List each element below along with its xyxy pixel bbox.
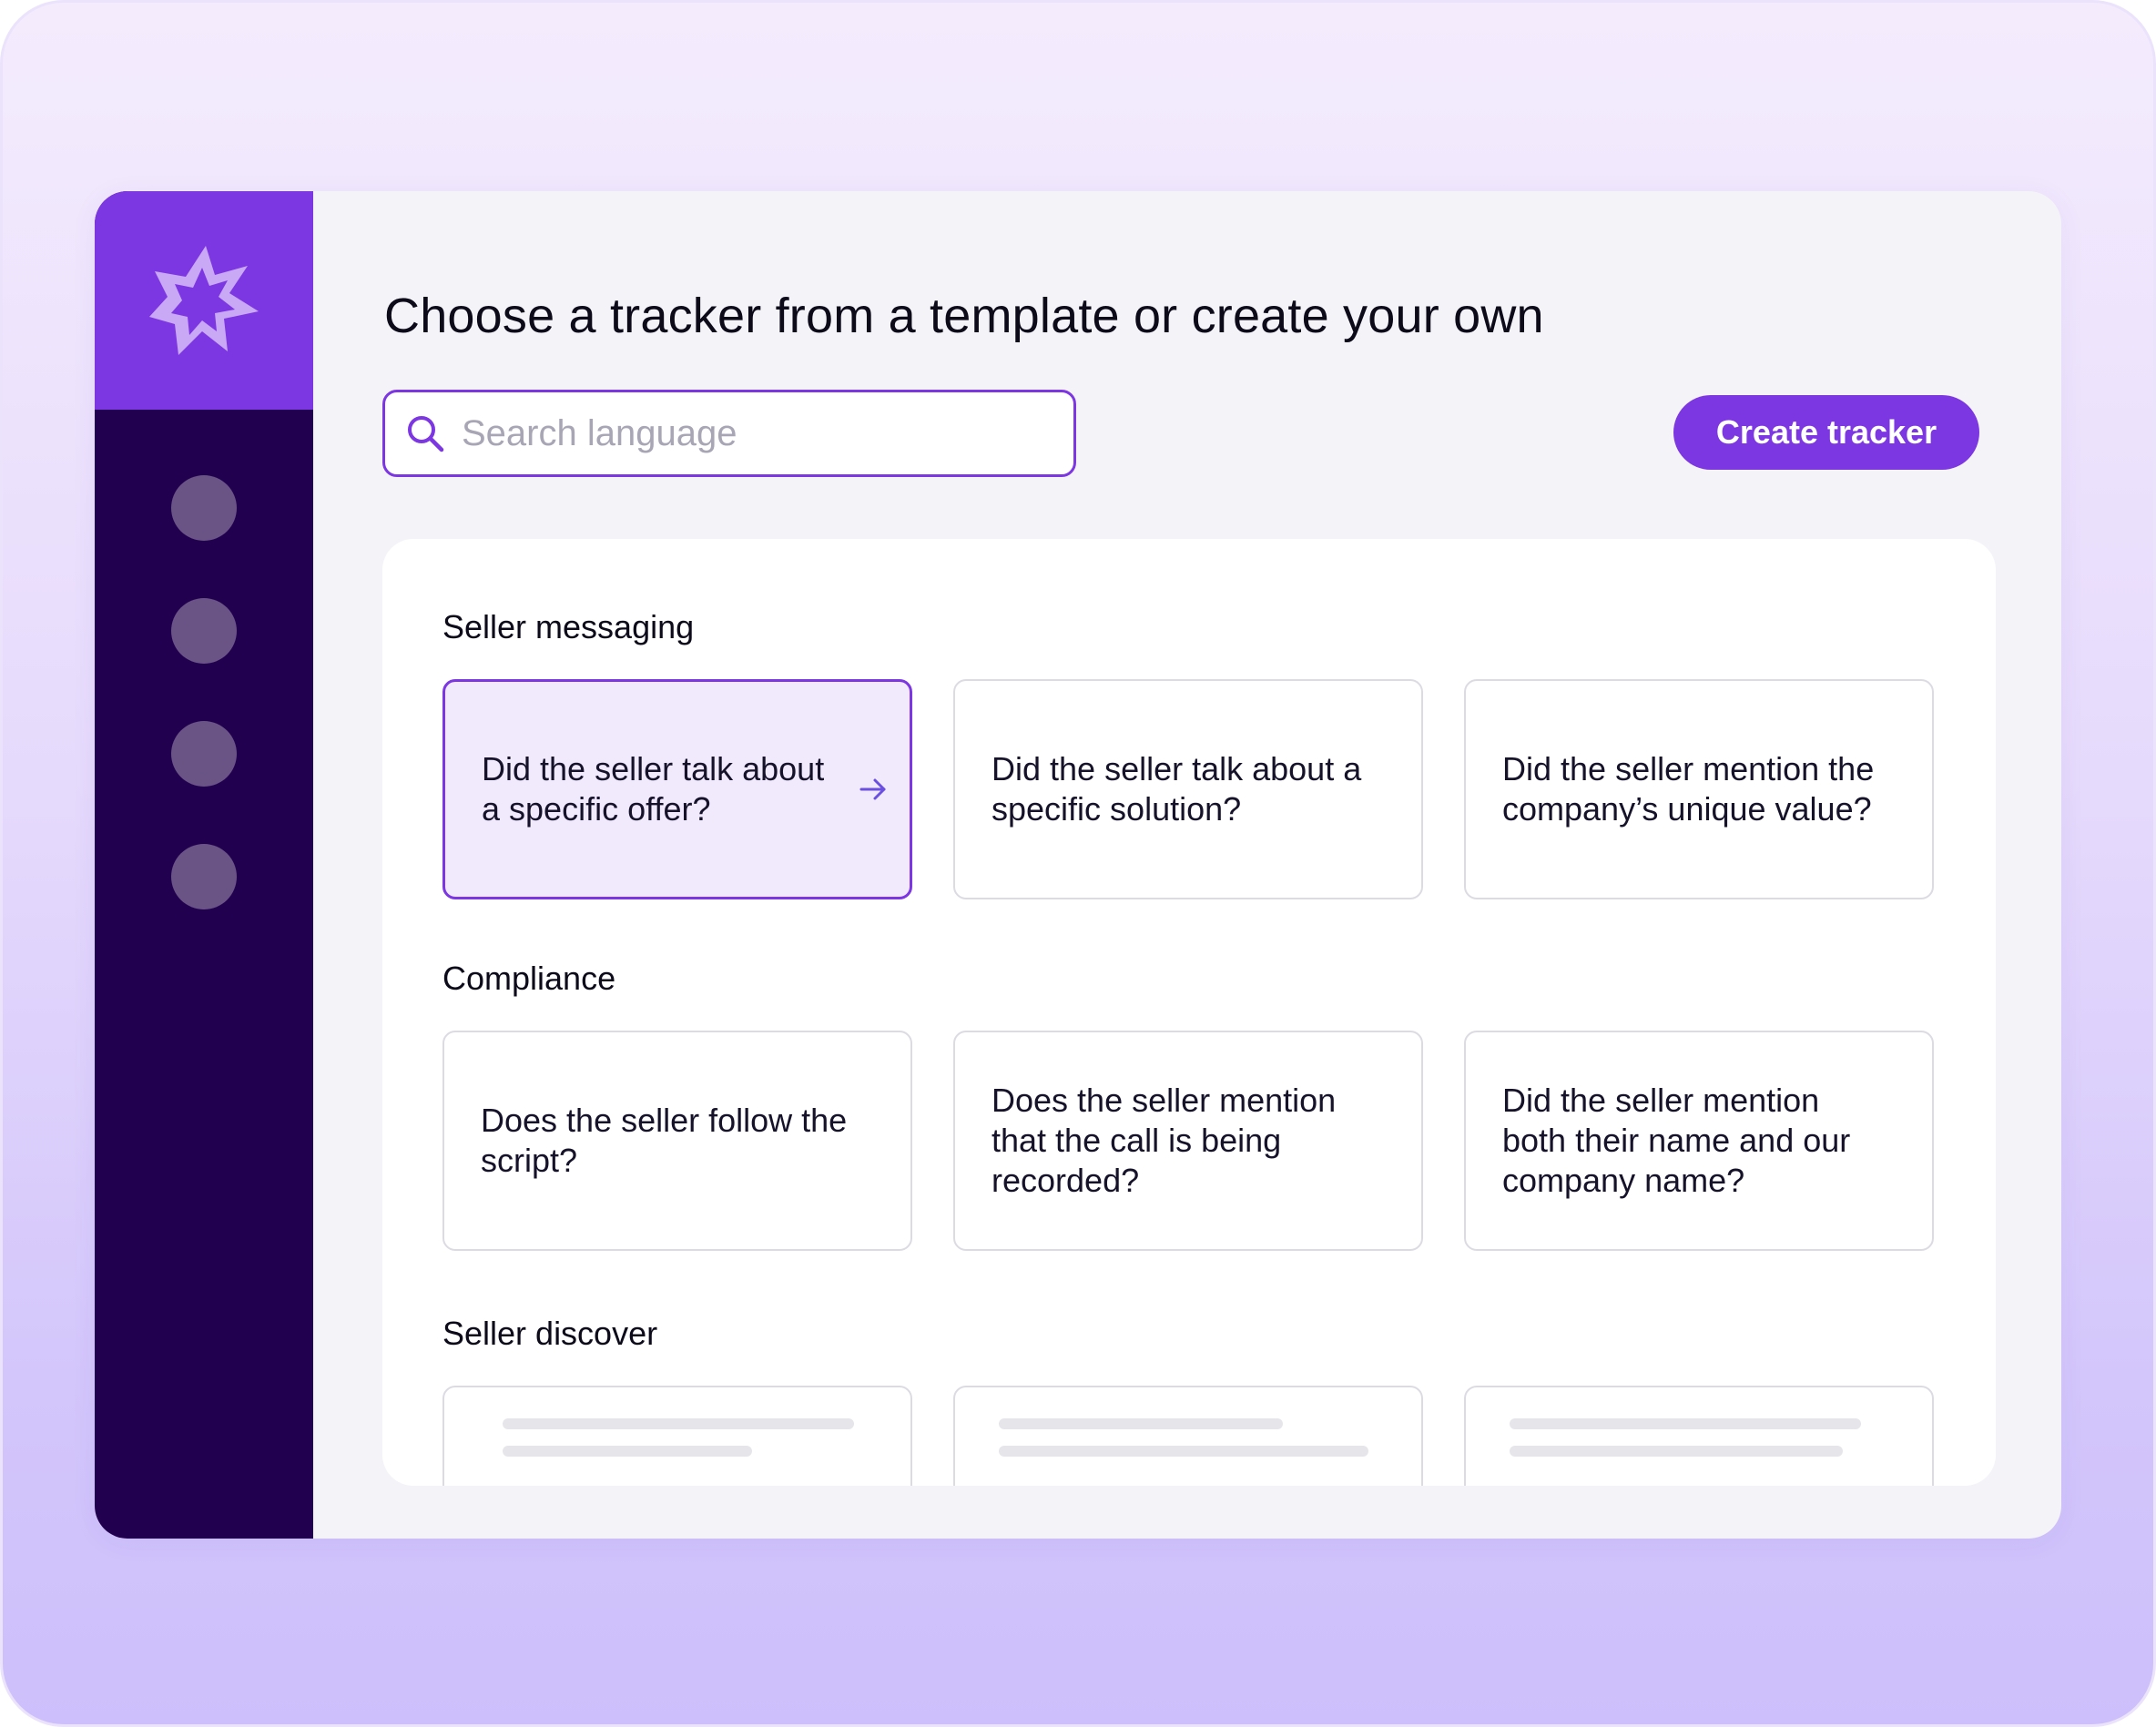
template-card-loading-1[interactable] <box>442 1386 912 1486</box>
sidebar-logo[interactable] <box>95 191 313 410</box>
nav-item-4[interactable] <box>171 844 237 909</box>
template-card-loading-3[interactable] <box>1464 1386 1934 1486</box>
skeleton-line <box>999 1446 1368 1457</box>
skeleton-line <box>999 1418 1283 1429</box>
main-content: Choose a tracker from a template or crea… <box>313 191 2061 1539</box>
arrow-right-icon <box>857 773 890 806</box>
skeleton-line <box>1510 1418 1861 1429</box>
template-card-unique-value[interactable]: Did the seller mention the company’s uni… <box>1464 679 1934 899</box>
skeleton-line <box>1510 1446 1843 1457</box>
skeleton-line <box>503 1446 752 1457</box>
search-input[interactable] <box>460 411 1046 455</box>
template-card-specific-offer[interactable]: Did the seller talk about a specific off… <box>442 679 912 899</box>
template-card-name-mention[interactable]: Did the seller mention both their name a… <box>1464 1031 1934 1251</box>
page-title: Choose a tracker from a template or crea… <box>384 289 1544 343</box>
section-title-seller-discover: Seller discover <box>442 1315 658 1352</box>
app-window: Choose a tracker from a template or crea… <box>95 191 2061 1539</box>
search-box[interactable] <box>382 390 1076 477</box>
template-card-call-recorded[interactable]: Does the seller mention that the call is… <box>953 1031 1423 1251</box>
section-title-seller-messaging: Seller messaging <box>442 608 695 645</box>
nav-item-3[interactable] <box>171 721 237 787</box>
starburst-logo-icon <box>149 246 259 355</box>
nav-item-2[interactable] <box>171 598 237 664</box>
nav-item-1[interactable] <box>171 475 237 541</box>
templates-panel: Seller messaging Did the seller talk abo… <box>382 539 1996 1486</box>
card-text: Did the seller mention both their name a… <box>1502 1082 1851 1199</box>
skeleton-line <box>503 1418 854 1429</box>
search-icon <box>403 411 447 455</box>
card-text: Did the seller talk about a specific off… <box>482 750 825 828</box>
card-text: Does the seller mention that the call is… <box>992 1082 1337 1199</box>
section-title-compliance: Compliance <box>442 960 616 997</box>
template-card-follow-script[interactable]: Does the seller follow the script? <box>442 1031 912 1251</box>
card-text: Does the seller follow the script? <box>481 1102 848 1179</box>
card-text: Did the seller talk about a specific sol… <box>992 750 1362 828</box>
create-tracker-button[interactable]: Create tracker <box>1673 395 1979 470</box>
card-text: Did the seller mention the company’s uni… <box>1502 750 1875 828</box>
sidebar <box>95 191 313 1539</box>
template-card-specific-solution[interactable]: Did the seller talk about a specific sol… <box>953 679 1423 899</box>
template-card-loading-2[interactable] <box>953 1386 1423 1486</box>
